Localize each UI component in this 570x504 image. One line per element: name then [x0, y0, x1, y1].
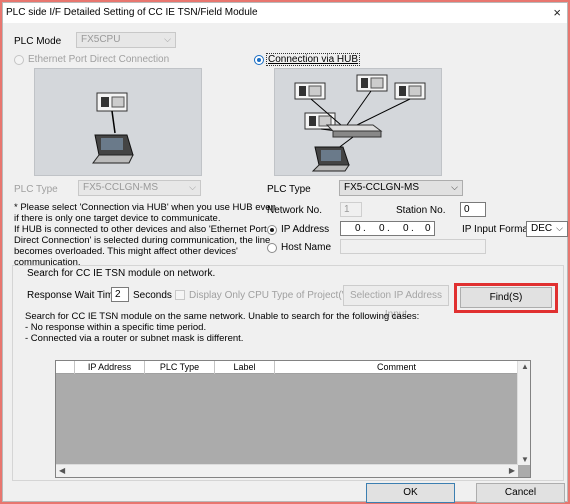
ok-button[interactable]: OK — [366, 483, 455, 503]
network-no-field[interactable]: 1 — [340, 202, 362, 217]
display-only-checkbox[interactable] — [175, 290, 185, 300]
close-icon[interactable]: × — [553, 5, 561, 20]
seconds-label: Seconds — [133, 290, 172, 301]
plc-mode-select[interactable]: FX5CPU ⌵ — [76, 32, 176, 48]
hub-connection-label: Connection via HUB — [265, 53, 361, 66]
display-only-label: Display Only CPU Type of Project(V) — [189, 290, 352, 301]
scroll-up-icon[interactable]: ▲ — [521, 362, 529, 371]
search-results-table[interactable]: IP Address PLC Type Label Comment ▲ ▼ ◀ … — [55, 360, 531, 478]
plc-mode-value: FX5CPU — [81, 34, 121, 45]
direct-connection-radio[interactable] — [14, 55, 24, 65]
chevron-down-icon: ⌵ — [164, 34, 171, 44]
left-plc-type-select[interactable]: FX5-CCLGN-MS ⌵ — [78, 180, 201, 196]
direct-connection-label: Ethernet Port Direct Connection — [28, 54, 170, 65]
vertical-scrollbar[interactable]: ▲ ▼ — [517, 361, 530, 465]
scroll-right-icon[interactable]: ▶ — [509, 466, 515, 475]
direct-connection-diagram-icon — [92, 92, 134, 164]
ip-octet-4: 0 — [425, 223, 431, 234]
host-name-label: Host Name — [281, 242, 332, 253]
chevron-down-icon: ⌵ — [189, 182, 196, 192]
cancel-button[interactable]: Cancel — [476, 483, 565, 503]
scroll-left-icon[interactable]: ◀ — [59, 466, 65, 475]
ip-octet-2: 0 — [379, 223, 385, 234]
column-header-label[interactable]: Label — [215, 361, 275, 374]
right-plc-type-label: PLC Type — [267, 184, 311, 195]
response-wait-field[interactable]: 2 — [111, 287, 129, 302]
column-header-index — [56, 361, 75, 374]
horizontal-scrollbar[interactable]: ◀ ▶ — [56, 464, 518, 477]
find-highlight-box — [454, 283, 558, 313]
column-header-comment[interactable]: Comment — [275, 361, 518, 374]
connection-notice: * Please select 'Connection via HUB' whe… — [14, 202, 276, 268]
station-no-field[interactable]: 0 — [460, 202, 486, 217]
left-plc-type-value: FX5-CCLGN-MS — [83, 182, 159, 193]
direct-connection-illustration — [34, 68, 202, 176]
hub-connection-illustration — [274, 68, 442, 176]
table-header: IP Address PLC Type Label Comment — [56, 361, 518, 374]
dialog-window: PLC side I/F Detailed Setting of CC IE T… — [2, 2, 568, 503]
ip-octet-1: 0 — [355, 223, 361, 234]
left-plc-type-label: PLC Type — [14, 184, 58, 195]
column-header-plc-type[interactable]: PLC Type — [145, 361, 215, 374]
network-no-label: Network No. — [267, 205, 323, 216]
response-wait-label: Response Wait Time — [27, 290, 119, 301]
station-no-label: Station No. — [396, 205, 446, 216]
ip-dot-2: . — [387, 223, 390, 234]
hub-connection-diagram-icon — [294, 74, 426, 172]
ip-address-label: IP Address — [281, 224, 330, 235]
host-name-radio[interactable] — [267, 243, 277, 253]
ip-address-radio[interactable] — [267, 225, 277, 235]
host-name-field[interactable] — [340, 239, 486, 254]
ip-dot-1: . — [363, 223, 366, 234]
ip-octet-3: 0 — [403, 223, 409, 234]
column-header-ip-address[interactable]: IP Address — [75, 361, 145, 374]
ip-input-format-select[interactable]: DEC ⌵ — [526, 221, 568, 237]
plc-mode-label: PLC Mode — [14, 36, 62, 47]
search-info-text: Search for CC IE TSN module on the same … — [25, 311, 420, 344]
search-group-title: Search for CC IE TSN module on network. — [27, 268, 216, 279]
hub-connection-radio[interactable] — [254, 55, 264, 65]
chevron-down-icon: ⌵ — [451, 182, 458, 192]
selection-ip-address-input-button[interactable]: Selection IP Address Input — [343, 285, 449, 320]
title-bar: PLC side I/F Detailed Setting of CC IE T… — [3, 3, 567, 23]
ip-dot-3: . — [411, 223, 414, 234]
right-plc-type-value: FX5-CCLGN-MS — [344, 182, 420, 193]
chevron-down-icon: ⌵ — [556, 223, 563, 233]
ip-address-field[interactable]: 0 . 0 . 0 . 0 — [340, 221, 435, 236]
right-plc-type-select[interactable]: FX5-CCLGN-MS ⌵ — [339, 180, 463, 196]
ip-input-format-value: DEC — [531, 223, 553, 234]
ip-input-format-label: IP Input Format — [462, 224, 531, 235]
window-title: PLC side I/F Detailed Setting of CC IE T… — [6, 7, 258, 18]
scroll-down-icon[interactable]: ▼ — [521, 455, 529, 464]
